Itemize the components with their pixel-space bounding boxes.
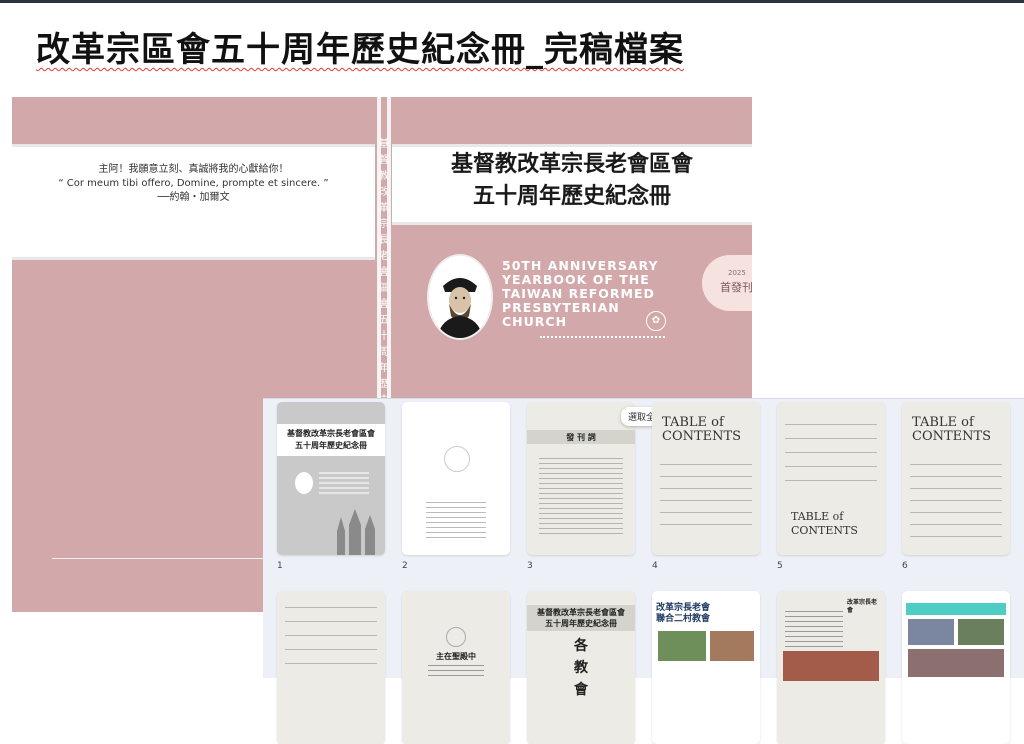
toc-row <box>285 621 377 622</box>
page-number: 4 <box>652 561 658 571</box>
page-thumbnail-8[interactable]: 主在聖殿中 <box>402 591 510 744</box>
cover-title: 基督教改革宗長老會區會 五十周年歷史紀念冊 <box>392 149 752 213</box>
seal-icon <box>444 446 470 472</box>
page-thumbnail-5[interactable]: TABLE of CONTENTS <box>777 402 885 555</box>
calvin-portrait-image <box>427 254 493 340</box>
toc-row <box>285 635 377 636</box>
page-thumbnail-9[interactable]: 基督教改革宗長老會區會 五十周年歷史紀念冊 各教會 <box>527 591 635 744</box>
thumb-church-title: 改革宗長老會 <box>847 599 878 614</box>
toc-row <box>285 649 377 650</box>
page-thumbnail-2[interactable] <box>402 402 510 555</box>
thumb-title-line2: 五十周年歷史紀念冊 <box>295 441 367 450</box>
dotted-divider <box>540 336 665 338</box>
toc-row <box>785 452 877 453</box>
toc-row <box>660 476 752 477</box>
toc-row <box>910 464 1002 465</box>
thumb-en-title <box>319 472 369 496</box>
thumb-text-block <box>539 458 623 538</box>
toc-row <box>910 524 1002 525</box>
toc-row <box>660 524 752 525</box>
thumb-text-block <box>785 611 843 647</box>
toc-row <box>785 480 877 481</box>
toc-row <box>785 424 877 425</box>
toc-row <box>285 607 377 608</box>
thumb-big-text: 各教會 <box>574 638 588 698</box>
toc-row <box>660 512 752 513</box>
group-photo <box>908 649 1004 677</box>
thumb-toc-title: TABLE of CONTENTS <box>912 415 992 444</box>
thumb-teal-banner <box>906 603 1006 615</box>
toc-row <box>910 476 1002 477</box>
toc-row <box>910 536 1002 537</box>
cover-title-line2: 五十周年歷史紀念冊 <box>472 184 671 209</box>
thumb-heading: 發 刊 詞 <box>566 433 596 442</box>
page-number: 2 <box>402 561 408 571</box>
back-cover-verse: 主阿！我願意立刻、真誠將我的心獻給你！ “ Cor meum tibi offe… <box>12 163 375 205</box>
page-number: 1 <box>277 561 283 571</box>
thumb-title-line2: 五十周年歷史紀念冊 <box>545 619 617 628</box>
page-thumbnail-7[interactable] <box>277 591 385 744</box>
page-thumbnail-10[interactable]: 改革宗長老會聯合二村教會 <box>652 591 760 744</box>
toc-row <box>910 488 1002 489</box>
page-number: 5 <box>777 561 783 571</box>
toc-row <box>285 663 377 664</box>
slide-title: 改革宗區會五十周年歷史紀念冊_完稿檔案 <box>36 30 684 70</box>
thumb-church-title: 改革宗長老會聯合二村教會 <box>656 603 711 624</box>
page-thumbnail-11[interactable]: 改革宗長老會 <box>777 591 885 744</box>
page-thumbnail-3[interactable]: 發 刊 詞 <box>527 402 635 555</box>
cathedral-image <box>337 509 375 555</box>
toc-row <box>910 500 1002 501</box>
church-photo <box>658 631 706 661</box>
verse-chinese: 主阿！我願意立刻、真誠將我的心獻給你！ <box>98 164 289 175</box>
page-thumbnail-4[interactable]: TABLE of CONTENTS <box>652 402 760 555</box>
thumb-chant-text: 主在聖殿中 <box>436 652 476 661</box>
page-thumbnail-12[interactable] <box>902 591 1010 744</box>
cover-english-title: 50TH ANNIVERSARY YEARBOOK OF THE TAIWAN … <box>502 258 659 329</box>
thumb-toc-title: TABLE of CONTENTS <box>791 510 858 537</box>
cover-title-line1: 基督教改革宗長老會區會 <box>450 152 693 177</box>
toc-row <box>785 438 877 439</box>
window-top-border <box>0 0 1024 3</box>
thumb-title-line1: 基督教改革宗長老會區會 <box>287 429 375 438</box>
seal-icon <box>446 627 466 647</box>
thumb-title-line1: 基督教改革宗長老會區會 <box>537 608 625 617</box>
page-thumbnails-panel[interactable]: 基督教改革宗長老會區會 五十周年歷史紀念冊 1 2 發 刊 詞 選取全部 3 T… <box>263 398 1024 744</box>
church-photo <box>908 619 954 645</box>
page-thumbnail-1[interactable]: 基督教改革宗長老會區會 五十周年歷史紀念冊 <box>277 402 385 555</box>
tulip-icon: ✿ <box>646 311 666 331</box>
page-number: 3 <box>527 561 533 571</box>
verse-author: ──約翰・加爾文 <box>157 192 230 203</box>
toc-row <box>660 464 752 465</box>
first-issue-badge: 2025 首發刊 <box>702 255 752 311</box>
page-number: 6 <box>902 561 908 571</box>
toc-row <box>660 488 752 489</box>
toc-row <box>660 500 752 501</box>
toc-row <box>785 466 877 467</box>
church-photo <box>710 631 754 661</box>
thumb-toc-title: TABLE of CONTENTS <box>662 415 742 444</box>
verse-latin: “ Cor meum tibi offero, Domine, prompte … <box>58 178 329 189</box>
badge-year: 2025 <box>728 269 746 277</box>
thumb-text-block <box>426 502 486 540</box>
thumb-portrait <box>295 472 313 494</box>
badge-label: 首發刊 <box>720 281 752 294</box>
page-thumbnail-6[interactable]: TABLE of CONTENTS <box>902 402 1010 555</box>
toc-row <box>910 512 1002 513</box>
church-photo <box>958 619 1004 645</box>
